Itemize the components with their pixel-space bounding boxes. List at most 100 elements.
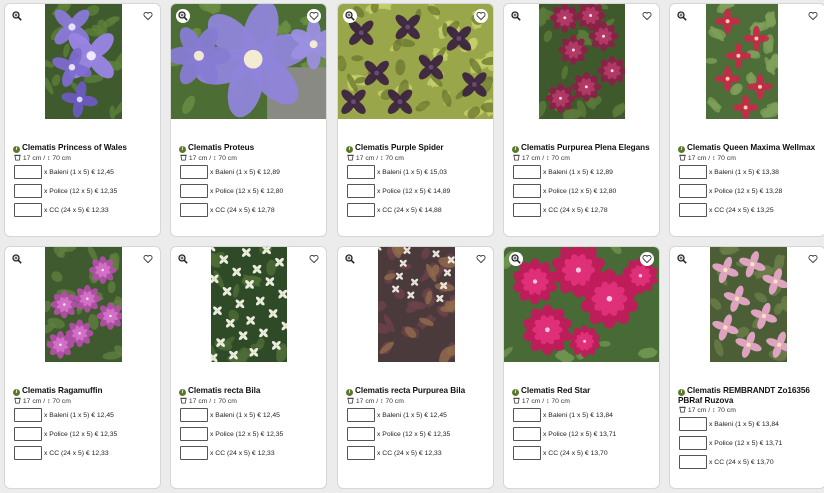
quantity-input[interactable] bbox=[180, 184, 208, 198]
product-photo[interactable] bbox=[706, 4, 778, 119]
quantity-input[interactable] bbox=[347, 184, 375, 198]
product-photo[interactable] bbox=[539, 4, 625, 119]
product-size: 17 cm / ↕ 70 cm bbox=[180, 397, 237, 405]
info-icon[interactable]: i bbox=[678, 389, 685, 396]
quantity-input[interactable] bbox=[14, 165, 42, 179]
zoom-icon[interactable] bbox=[675, 252, 689, 266]
product-card[interactable]: i Clematis recta Purpurea Bila 17 cm / ↕ … bbox=[337, 246, 494, 489]
heart-icon[interactable] bbox=[640, 9, 654, 23]
quantity-input[interactable] bbox=[679, 203, 707, 217]
heart-icon[interactable] bbox=[640, 252, 654, 266]
quantity-input[interactable] bbox=[679, 436, 707, 450]
order-option: x CC (24 x 5) € 12,78 bbox=[180, 203, 275, 217]
info-icon[interactable]: i bbox=[678, 146, 685, 153]
quantity-input[interactable] bbox=[513, 203, 541, 217]
product-title[interactable]: Clematis Purpurea Plena Elegans bbox=[521, 143, 650, 152]
quantity-input[interactable] bbox=[14, 427, 42, 441]
heart-icon[interactable] bbox=[806, 252, 820, 266]
zoom-icon[interactable] bbox=[176, 252, 190, 266]
product-card[interactable]: i Clematis recta Bila 17 cm / ↕ 70 cm x B… bbox=[170, 246, 327, 489]
heart-icon[interactable] bbox=[806, 9, 820, 23]
product-card[interactable]: i Clematis Proteus 17 cm / ↕ 70 cm x Bale… bbox=[170, 3, 327, 237]
product-card[interactable]: i Clematis Purpurea Plena Elegans 17 cm /… bbox=[503, 3, 660, 237]
product-title-row: i Clematis recta Purpurea Bila bbox=[346, 386, 487, 396]
zoom-icon[interactable] bbox=[343, 9, 357, 23]
quantity-input[interactable] bbox=[513, 427, 541, 441]
heart-icon[interactable] bbox=[307, 252, 321, 266]
quantity-input[interactable] bbox=[180, 165, 208, 179]
product-card[interactable]: i Clematis REMBRANDT Zo16356 PBRaf Ruzova… bbox=[669, 246, 824, 489]
heart-icon[interactable] bbox=[141, 9, 155, 23]
zoom-icon[interactable] bbox=[343, 252, 357, 266]
product-card[interactable]: i Clematis Queen Maxima Wellmax 17 cm / ↕… bbox=[669, 3, 824, 237]
product-photo[interactable] bbox=[171, 4, 326, 119]
quantity-input[interactable] bbox=[513, 446, 541, 460]
zoom-icon[interactable] bbox=[509, 252, 523, 266]
product-size: 17 cm / ↕ 70 cm bbox=[347, 154, 404, 162]
heart-icon[interactable] bbox=[307, 9, 321, 23]
quantity-input[interactable] bbox=[180, 427, 208, 441]
product-photo[interactable] bbox=[45, 4, 122, 119]
quantity-input[interactable] bbox=[347, 408, 375, 422]
quantity-input[interactable] bbox=[679, 455, 707, 469]
zoom-icon[interactable] bbox=[10, 9, 24, 23]
option-label: x Baleni (1 x 5) € 12,45 bbox=[210, 411, 280, 419]
product-photo[interactable] bbox=[338, 4, 493, 119]
zoom-icon[interactable] bbox=[675, 9, 689, 23]
info-icon[interactable]: i bbox=[179, 146, 186, 153]
heart-icon[interactable] bbox=[474, 252, 488, 266]
quantity-input[interactable] bbox=[679, 184, 707, 198]
zoom-icon[interactable] bbox=[176, 9, 190, 23]
product-card[interactable]: i Clematis Ragamuffin 17 cm / ↕ 70 cm x B… bbox=[4, 246, 161, 489]
zoom-icon[interactable] bbox=[10, 252, 24, 266]
product-card[interactable]: i Clematis Princess of Wales 17 cm / ↕ 70… bbox=[4, 3, 161, 237]
info-icon[interactable]: i bbox=[512, 389, 519, 396]
product-title[interactable]: Clematis Red Star bbox=[521, 386, 590, 395]
quantity-input[interactable] bbox=[14, 184, 42, 198]
quantity-input[interactable] bbox=[679, 165, 707, 179]
product-title[interactable]: Clematis recta Purpurea Bila bbox=[355, 386, 465, 395]
quantity-input[interactable] bbox=[513, 165, 541, 179]
quantity-input[interactable] bbox=[347, 427, 375, 441]
quantity-input[interactable] bbox=[679, 417, 707, 431]
product-photo[interactable] bbox=[710, 247, 787, 362]
order-option: x Police (12 x 5) € 12,35 bbox=[14, 184, 117, 198]
info-icon[interactable]: i bbox=[13, 146, 20, 153]
info-icon[interactable]: i bbox=[179, 389, 186, 396]
heart-icon[interactable] bbox=[141, 252, 155, 266]
info-icon[interactable]: i bbox=[346, 389, 353, 396]
product-title[interactable]: Clematis Proteus bbox=[188, 143, 254, 152]
quantity-input[interactable] bbox=[513, 408, 541, 422]
product-photo[interactable] bbox=[378, 247, 455, 362]
product-title[interactable]: Clematis recta Bila bbox=[188, 386, 260, 395]
product-title[interactable]: Clematis REMBRANDT Zo16356 PBRaf Ruzova bbox=[678, 386, 810, 405]
product-photo[interactable] bbox=[45, 247, 122, 362]
quantity-input[interactable] bbox=[347, 203, 375, 217]
size-text: 17 cm / ↕ 70 cm bbox=[188, 398, 237, 405]
quantity-input[interactable] bbox=[180, 408, 208, 422]
option-label: x Baleni (1 x 5) € 12,45 bbox=[44, 411, 114, 419]
info-icon[interactable]: i bbox=[512, 146, 519, 153]
zoom-icon[interactable] bbox=[509, 9, 523, 23]
order-option: x CC (24 x 5) € 13,25 bbox=[679, 203, 774, 217]
product-title[interactable]: Clematis Princess of Wales bbox=[22, 143, 127, 152]
quantity-input[interactable] bbox=[180, 203, 208, 217]
order-option: x Baleni (1 x 5) € 13,38 bbox=[679, 165, 779, 179]
product-photo[interactable] bbox=[211, 247, 287, 362]
product-card[interactable]: i Clematis Purple Spider 17 cm / ↕ 70 cm … bbox=[337, 3, 494, 237]
quantity-input[interactable] bbox=[180, 446, 208, 460]
product-title[interactable]: Clematis Queen Maxima Wellmax bbox=[687, 143, 815, 152]
quantity-input[interactable] bbox=[347, 446, 375, 460]
info-icon[interactable]: i bbox=[346, 146, 353, 153]
product-card[interactable]: i Clematis Red Star 17 cm / ↕ 70 cm x Bal… bbox=[503, 246, 660, 489]
heart-icon[interactable] bbox=[474, 9, 488, 23]
quantity-input[interactable] bbox=[513, 184, 541, 198]
quantity-input[interactable] bbox=[14, 446, 42, 460]
info-icon[interactable]: i bbox=[13, 389, 20, 396]
quantity-input[interactable] bbox=[347, 165, 375, 179]
quantity-input[interactable] bbox=[14, 203, 42, 217]
product-photo[interactable] bbox=[504, 247, 659, 362]
quantity-input[interactable] bbox=[14, 408, 42, 422]
product-title[interactable]: Clematis Ragamuffin bbox=[22, 386, 103, 395]
product-title[interactable]: Clematis Purple Spider bbox=[355, 143, 444, 152]
